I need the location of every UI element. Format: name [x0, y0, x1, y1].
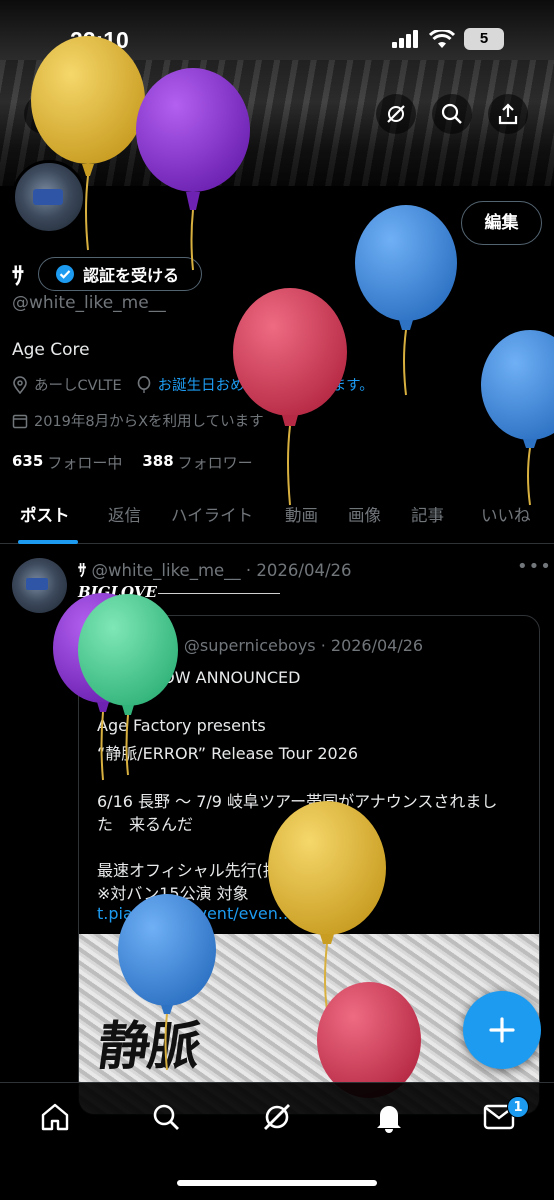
get-verified-button[interactable]: 認証を受ける [38, 257, 202, 291]
balloon-blue-edge [481, 330, 554, 506]
messages-badge: 1 [507, 1096, 529, 1118]
nav-notifications[interactable] [371, 1099, 407, 1135]
grok-button[interactable] [376, 94, 416, 134]
tab-posts[interactable]: ポスト [20, 502, 70, 526]
quoted-line: Age Factory presents [97, 716, 266, 735]
search-icon [153, 1104, 179, 1130]
status-icons: 5 [392, 28, 504, 50]
verified-badge-icon [56, 265, 74, 283]
following-label[interactable]: フォロー中 [47, 452, 122, 473]
display-name: ｻ [12, 262, 24, 290]
tour-poster-art: 静脈 [94, 1016, 203, 1077]
tab-replies[interactable]: 返信 [108, 502, 141, 526]
quoted-line: ※対バン15公演 対象 [97, 884, 249, 903]
quoted-line: “静脈/ERROR” Release Tour 2026 [97, 744, 359, 763]
balloon-blue-right [355, 205, 457, 396]
post-author-handle[interactable]: @white_like_me__ [92, 561, 241, 580]
home-indicator [177, 1180, 377, 1186]
quoted-line: 6/16 長野 〜 7/9 岐阜ツアー帯同がアナウンスされまし [97, 792, 498, 811]
post-text: BIGLOVE [78, 583, 157, 601]
post-date: · 2026/04/26 [245, 561, 352, 580]
get-verified-label: 認証を受ける [83, 266, 180, 285]
signal-icon [392, 30, 418, 48]
active-tab-indicator [18, 540, 78, 544]
profile-tabs: ポスト 返信 ハイライト 動画 画像 記事 いいね [0, 490, 554, 544]
banner-image [0, 60, 554, 186]
quoted-post-date: · 2026/04/26 [320, 636, 424, 655]
balloon-icon [137, 375, 150, 393]
following-count[interactable]: 635 [12, 452, 43, 473]
quoted-line: 最速オフィシャル先行(抽選) [97, 861, 302, 880]
home-icon [41, 1103, 69, 1131]
back-button[interactable] [24, 94, 64, 134]
edit-profile-button[interactable]: 編集 [461, 201, 542, 245]
profile-joined-row: 2019年8月からXを利用しています [12, 410, 264, 431]
post-text-underline [158, 593, 280, 594]
location-icon [13, 375, 27, 394]
tab-articles[interactable]: 記事 [411, 502, 444, 526]
quoted-author-handle: @superniceboys [183, 636, 316, 655]
status-time: 22:10 [70, 27, 129, 53]
quoted-post-header: ANORAK! @superniceboys · 2026/04/26 [95, 636, 423, 655]
follow-stats: 635 フォロー中 388 フォロワー [12, 452, 253, 473]
tab-images[interactable]: 画像 [348, 502, 381, 526]
share-icon [498, 103, 518, 125]
quoted-line: NEW SHOW ANNOUNCED [97, 668, 301, 687]
grok-icon [387, 105, 405, 123]
arrow-left-icon [34, 106, 53, 122]
nav-search[interactable] [148, 1099, 184, 1135]
profile-joined: 2019年8月からXを利用しています [34, 414, 264, 430]
profile-bio: Age Core [12, 340, 90, 360]
tab-highlights[interactable]: ハイライト [171, 502, 253, 526]
search-icon [441, 103, 462, 124]
compose-post-button[interactable] [463, 991, 541, 1069]
battery-indicator: 5 [464, 28, 504, 50]
post-more-icon[interactable]: ••• [517, 556, 552, 577]
plus-icon [489, 1017, 515, 1043]
quoted-author-name: ANORAK! [95, 636, 179, 655]
tab-videos[interactable]: 動画 [285, 502, 318, 526]
profile-meta: あーしCVLTE お誕生日おめでとうございます。 [12, 374, 374, 395]
search-button[interactable] [432, 94, 472, 134]
calendar-icon [12, 414, 28, 428]
wifi-icon [429, 29, 455, 48]
post-author-name[interactable]: ｻ [78, 561, 86, 580]
quoted-line: た 来るんだ [97, 815, 194, 834]
share-button[interactable] [488, 94, 528, 134]
grok-icon [264, 1104, 290, 1130]
profile-avatar[interactable] [12, 160, 86, 234]
tab-likes[interactable]: いいね [481, 502, 531, 526]
profile-handle: @white_like_me__ [12, 293, 166, 313]
followers-count[interactable]: 388 [142, 452, 173, 473]
post-avatar[interactable] [12, 558, 67, 613]
profile-birthday[interactable]: お誕生日おめでとうございます。 [158, 374, 374, 395]
notifications-icon [377, 1106, 401, 1133]
post-header: ｻ @white_like_me__ · 2026/04/26 [78, 557, 352, 581]
quoted-link[interactable]: t.pia.jp/pia/event/even... [97, 904, 293, 923]
nav-home[interactable] [37, 1099, 73, 1135]
followers-label[interactable]: フォロワー [178, 452, 253, 473]
nav-grok[interactable] [259, 1099, 295, 1135]
profile-location: あーしCVLTE [34, 378, 122, 394]
